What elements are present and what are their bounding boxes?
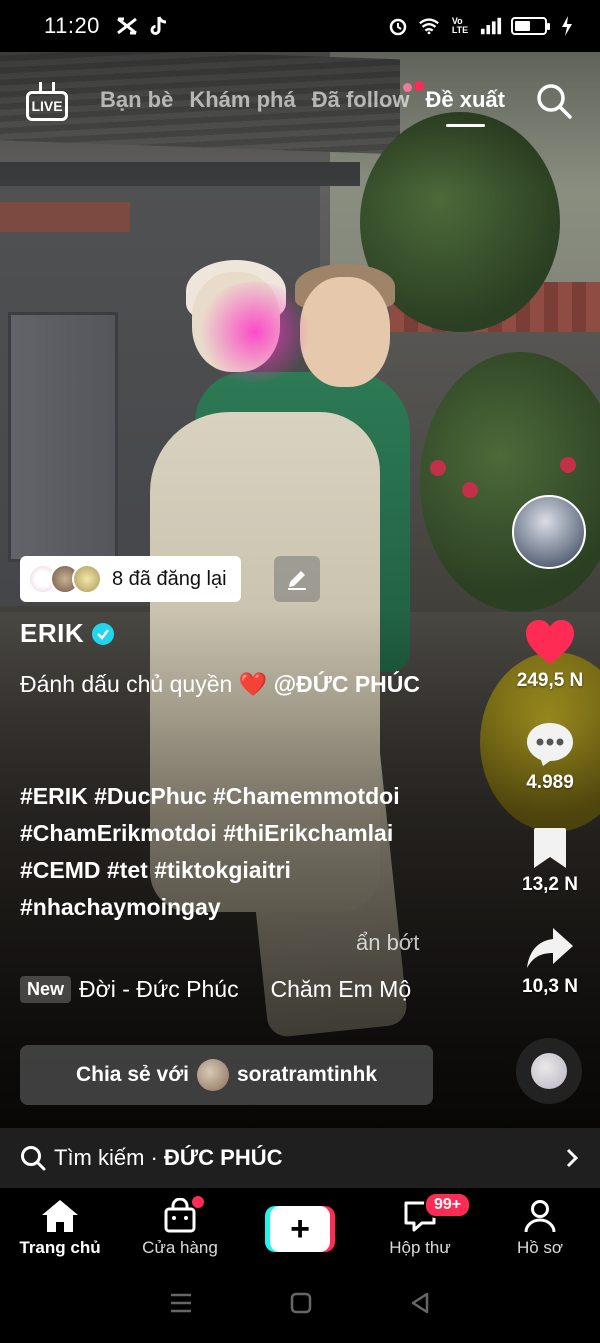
following-notification-dot (413, 81, 424, 91)
home-icon (42, 1200, 78, 1232)
top-nav: LIVE Bạn bè Khám phá Đã follow Đề xuất (0, 75, 600, 131)
live-button[interactable]: LIVE (26, 82, 68, 123)
share-with-button[interactable]: Chia sẻ với soratramtinhk (20, 1045, 433, 1105)
nav-create[interactable]: + (240, 1188, 360, 1268)
nav-profile-label: Hồ sơ (516, 1238, 564, 1257)
author-name[interactable]: ERIK (20, 618, 84, 649)
post-hashtags[interactable]: #ERIK #DucPhuc #Chamemmotdoi #ChamErikmo… (20, 778, 440, 926)
verified-icon (92, 622, 115, 645)
share-button[interactable]: 10,3 N (500, 924, 600, 998)
bookmark-button[interactable]: 13,2 N (500, 826, 600, 896)
music-new-badge: New (20, 976, 72, 1003)
nav-profile[interactable]: Hồ sơ (480, 1188, 600, 1268)
charging-icon (556, 15, 578, 37)
comment-icon (527, 723, 573, 766)
music-title: Đời - Đức Phúc Chăm Em Mộ (79, 976, 412, 1002)
music-row[interactable]: New Đời - Đức Phúc Chăm Em Mộ (20, 976, 436, 1003)
bottom-nav: Trang chủ Cửa hàng + 99+ Hộp thư Hồ sơ (0, 1188, 600, 1268)
tab-for-you[interactable]: Đề xuất (426, 87, 505, 127)
share-arrow-icon (527, 928, 573, 968)
creator-avatar[interactable] (512, 495, 586, 569)
post-caption: Đánh dấu chủ quyền ❤️ @ĐỨC PHÚC (20, 666, 440, 703)
system-nav-bar (0, 1268, 600, 1343)
feed-tabs: Bạn bè Khám phá Đã follow Đề xuất (100, 81, 505, 127)
background-flower (430, 460, 446, 476)
nav-inbox[interactable]: 99+ Hộp thư (360, 1188, 480, 1268)
like-count: 249,5 N (516, 670, 584, 691)
edit-repost-button[interactable] (274, 556, 320, 602)
bookmark-count: 13,2 N (522, 874, 578, 895)
related-search-bar[interactable]: Tìm kiếm · ĐỨC PHÚC (0, 1128, 600, 1188)
tiktok-notification-icon (148, 15, 170, 37)
share-user-avatar (196, 1059, 229, 1091)
nav-shop[interactable]: Cửa hàng (120, 1188, 240, 1268)
share-username: soratramtinhk (236, 1063, 378, 1086)
nav-inbox-label: Hộp thư (389, 1238, 451, 1257)
share-count: 10,3 N (522, 976, 578, 997)
share-prefix: Chia sẻ với (75, 1063, 189, 1086)
music-disc-cover (531, 1053, 567, 1089)
status-left-icons (116, 15, 170, 37)
recent-apps-button[interactable] (169, 1292, 193, 1319)
nav-home[interactable]: Trang chủ (0, 1188, 120, 1268)
related-search-prefix: Tìm kiếm · (54, 1145, 158, 1170)
background-tree (420, 352, 600, 612)
pink-glow-effect (195, 282, 315, 382)
plus-icon: + (270, 1206, 330, 1252)
signal-icon (480, 15, 502, 37)
bookmark-icon (534, 828, 566, 868)
alarm-icon (387, 15, 409, 37)
inbox-badge: 99+ (424, 1192, 472, 1218)
search-icon (537, 84, 572, 119)
tab-following-label: Đã follow (311, 87, 410, 112)
tab-following[interactable]: Đã follow (311, 81, 424, 113)
author[interactable]: ERIK (20, 618, 115, 649)
comment-button[interactable]: 4.989 (500, 720, 600, 794)
shop-notification-dot (192, 1196, 204, 1208)
background-red-roof (0, 202, 130, 232)
tab-explore[interactable]: Khám phá (189, 87, 295, 113)
create-button[interactable]: + (265, 1206, 335, 1252)
related-search-query: ĐỨC PHÚC (164, 1145, 283, 1170)
comment-count: 4.989 (526, 772, 574, 793)
background-door (8, 312, 118, 562)
volte-icon: Vo LTE (451, 16, 469, 35)
avatar (72, 564, 102, 594)
battery-icon (511, 17, 550, 35)
live-icon: LIVE (26, 91, 68, 121)
square-icon (290, 1292, 312, 1314)
like-button[interactable]: 249,5 N (500, 618, 600, 692)
related-search-text: Tìm kiếm · ĐỨC PHÚC (54, 1145, 283, 1171)
capcut-icon (116, 15, 138, 37)
chevron-right-icon (566, 1148, 579, 1168)
back-system-button[interactable] (409, 1292, 431, 1319)
nav-home-label: Trang chủ (19, 1238, 101, 1257)
caption-text: Đánh dấu chủ quyền ❤️ (20, 671, 268, 697)
live-antenna-icon (39, 82, 55, 92)
caption-mention[interactable]: @ĐỨC PHÚC (274, 671, 420, 697)
menu-icon (170, 1293, 191, 1313)
search-icon (21, 1146, 46, 1171)
background-flower (560, 457, 576, 473)
wifi-icon (418, 15, 440, 37)
status-bar: 11:20 Vo LTE (0, 0, 600, 52)
pencil-icon (288, 571, 306, 590)
repost-avatars (28, 564, 102, 594)
profile-icon (524, 1200, 556, 1233)
status-right-icons: Vo LTE (387, 15, 578, 37)
nav-shop-label: Cửa hàng (142, 1238, 218, 1257)
repost-count-label: 8 đã đăng lại (112, 567, 227, 590)
tab-friends[interactable]: Bạn bè (100, 87, 173, 113)
heart-icon (526, 620, 574, 664)
see-less-link[interactable]: ẩn bớt (356, 930, 419, 956)
home-system-button[interactable] (290, 1292, 312, 1319)
back-triangle-icon (412, 1292, 429, 1314)
following-dot-light (402, 83, 412, 92)
status-time: 11:20 (44, 13, 100, 38)
music-disc[interactable] (516, 1038, 582, 1104)
search-button[interactable] (536, 83, 572, 119)
background-flower (462, 482, 478, 498)
repost-pill[interactable]: 8 đã đăng lại (20, 556, 241, 602)
